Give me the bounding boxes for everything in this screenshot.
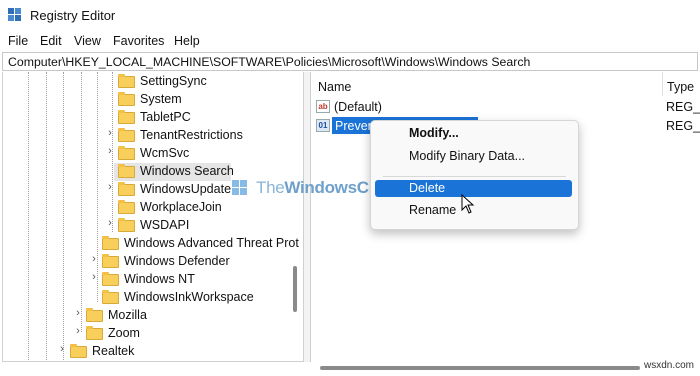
tree-scrollbar-thumb[interactable] <box>293 266 297 312</box>
tree-item-label: WSDAPI <box>140 218 190 232</box>
tree-item-label: WcmSvc <box>140 146 190 160</box>
menu-item-modify[interactable]: Modify... <box>375 125 572 142</box>
tree-item-label: Realtek <box>92 344 135 358</box>
tree-vertical-scrollbar[interactable] <box>289 72 301 362</box>
chevron-right-icon[interactable]: › <box>89 253 99 265</box>
tree-item[interactable]: WindowsInkWorkspace <box>3 289 293 307</box>
site-watermark: wsxdn.com <box>643 360 694 371</box>
folder-icon <box>102 272 119 286</box>
windows-logo-icon <box>232 180 248 196</box>
tree-item-label: TabletPC <box>140 110 191 124</box>
menu-item-label: Delete <box>409 181 446 195</box>
tree-item[interactable]: › Zoom <box>3 325 293 343</box>
tree-item-label: WindowsUpdate <box>140 182 232 196</box>
folder-open-icon <box>118 164 135 178</box>
tree-item-label: Windows Advanced Threat Prot <box>124 236 299 250</box>
tree-item[interactable]: › Windows Defender <box>3 253 293 271</box>
menu-separator <box>383 176 566 177</box>
folder-icon <box>118 182 135 196</box>
dword-value-icon: 01 <box>316 119 330 132</box>
column-header-type[interactable]: Type <box>667 80 694 94</box>
chevron-right-icon[interactable]: › <box>105 145 115 157</box>
menu-help[interactable]: Help <box>174 34 200 48</box>
folder-icon <box>86 326 103 340</box>
tree-item[interactable]: › WcmSvc <box>3 145 293 163</box>
folder-icon <box>102 254 119 268</box>
folder-icon <box>118 218 135 232</box>
tree-item-label: System <box>140 92 182 106</box>
chevron-right-icon[interactable]: › <box>57 343 67 355</box>
tree-item-label: Windows Defender <box>124 254 230 268</box>
menu-item-label: Modify Binary Data... <box>409 149 526 163</box>
address-path[interactable]: Computer\HKEY_LOCAL_MACHINE\SOFTWARE\Pol… <box>8 55 530 69</box>
tree-item-label: WindowsInkWorkspace <box>124 290 254 304</box>
chevron-right-icon[interactable]: › <box>73 325 83 337</box>
tree-item-selected[interactable]: Windows Search <box>3 163 293 181</box>
menu-favorites[interactable]: Favorites <box>113 34 164 48</box>
value-row[interactable]: ab (Default) REG_SZ <box>316 98 700 116</box>
horizontal-scrollbar-thumb[interactable] <box>320 366 640 370</box>
value-name: (Default) <box>334 100 382 114</box>
tree-item-label: Windows NT <box>124 272 195 286</box>
folder-icon <box>118 128 135 142</box>
chevron-right-icon[interactable]: › <box>105 217 115 229</box>
tree-item-label: SettingSync <box>140 74 207 88</box>
tree-item-label: Mozilla <box>108 308 147 322</box>
folder-icon <box>118 74 135 88</box>
menu-item-label: Rename <box>409 203 457 217</box>
tree-item[interactable]: System <box>3 91 293 109</box>
folder-icon <box>118 200 135 214</box>
chevron-right-icon[interactable]: › <box>105 181 115 193</box>
chevron-right-icon[interactable]: › <box>89 271 99 283</box>
menu-file[interactable]: File <box>8 34 28 48</box>
tree-item[interactable]: WorkplaceJoin <box>3 199 293 217</box>
folder-icon <box>118 146 135 160</box>
folder-icon <box>118 110 135 124</box>
folder-icon <box>86 308 103 322</box>
column-header-name[interactable]: Name <box>318 80 351 94</box>
menu-view[interactable]: View <box>74 34 101 48</box>
string-value-icon: ab <box>316 100 330 113</box>
chevron-right-icon[interactable]: › <box>73 307 83 319</box>
tree-item[interactable]: TabletPC <box>3 109 293 127</box>
tree-item[interactable]: SettingSync <box>3 73 293 91</box>
window-title: Registry Editor <box>30 8 116 23</box>
watermark-prefix: The <box>256 178 285 197</box>
tree-item[interactable]: › Mozilla <box>3 307 293 325</box>
tree-item[interactable]: Windows Advanced Threat Prot <box>3 235 299 253</box>
column-separator[interactable] <box>662 72 663 96</box>
menu-item-modify-binary[interactable]: Modify Binary Data... <box>375 148 572 165</box>
address-bar[interactable]: Computer\HKEY_LOCAL_MACHINE\SOFTWARE\Pol… <box>2 52 698 71</box>
key-tree-pane[interactable]: SettingSync System TabletPC › TenantRest… <box>2 72 304 362</box>
tree-item[interactable]: › WSDAPI <box>3 217 293 235</box>
menu-item-label: Modify... <box>409 126 459 140</box>
tree-item-label: Zoom <box>108 326 140 340</box>
chevron-right-icon[interactable]: › <box>105 127 115 139</box>
menu-bar: File Edit View Favorites Help <box>0 32 700 52</box>
tree-item-label: TenantRestrictions <box>140 128 243 142</box>
tree-item-label: WorkplaceJoin <box>140 200 222 214</box>
tree-item[interactable]: › WindowsUpdate <box>3 181 293 199</box>
mouse-cursor-icon <box>461 194 475 214</box>
tree-item[interactable]: › Realtek <box>3 343 293 361</box>
value-type: REG_SZ <box>666 100 700 114</box>
regedit-app-icon <box>8 8 22 22</box>
menu-edit[interactable]: Edit <box>40 34 62 48</box>
tree-item-label: Windows Search <box>140 164 234 178</box>
folder-icon <box>102 236 119 250</box>
tree-item[interactable]: › Windows NT <box>3 271 293 289</box>
title-bar: Registry Editor <box>0 0 700 32</box>
folder-icon <box>102 290 119 304</box>
tree-item[interactable]: › TenantRestrictions <box>3 127 293 145</box>
folder-icon <box>70 344 87 358</box>
folder-icon <box>118 92 135 106</box>
value-type: REG_D <box>666 119 700 133</box>
